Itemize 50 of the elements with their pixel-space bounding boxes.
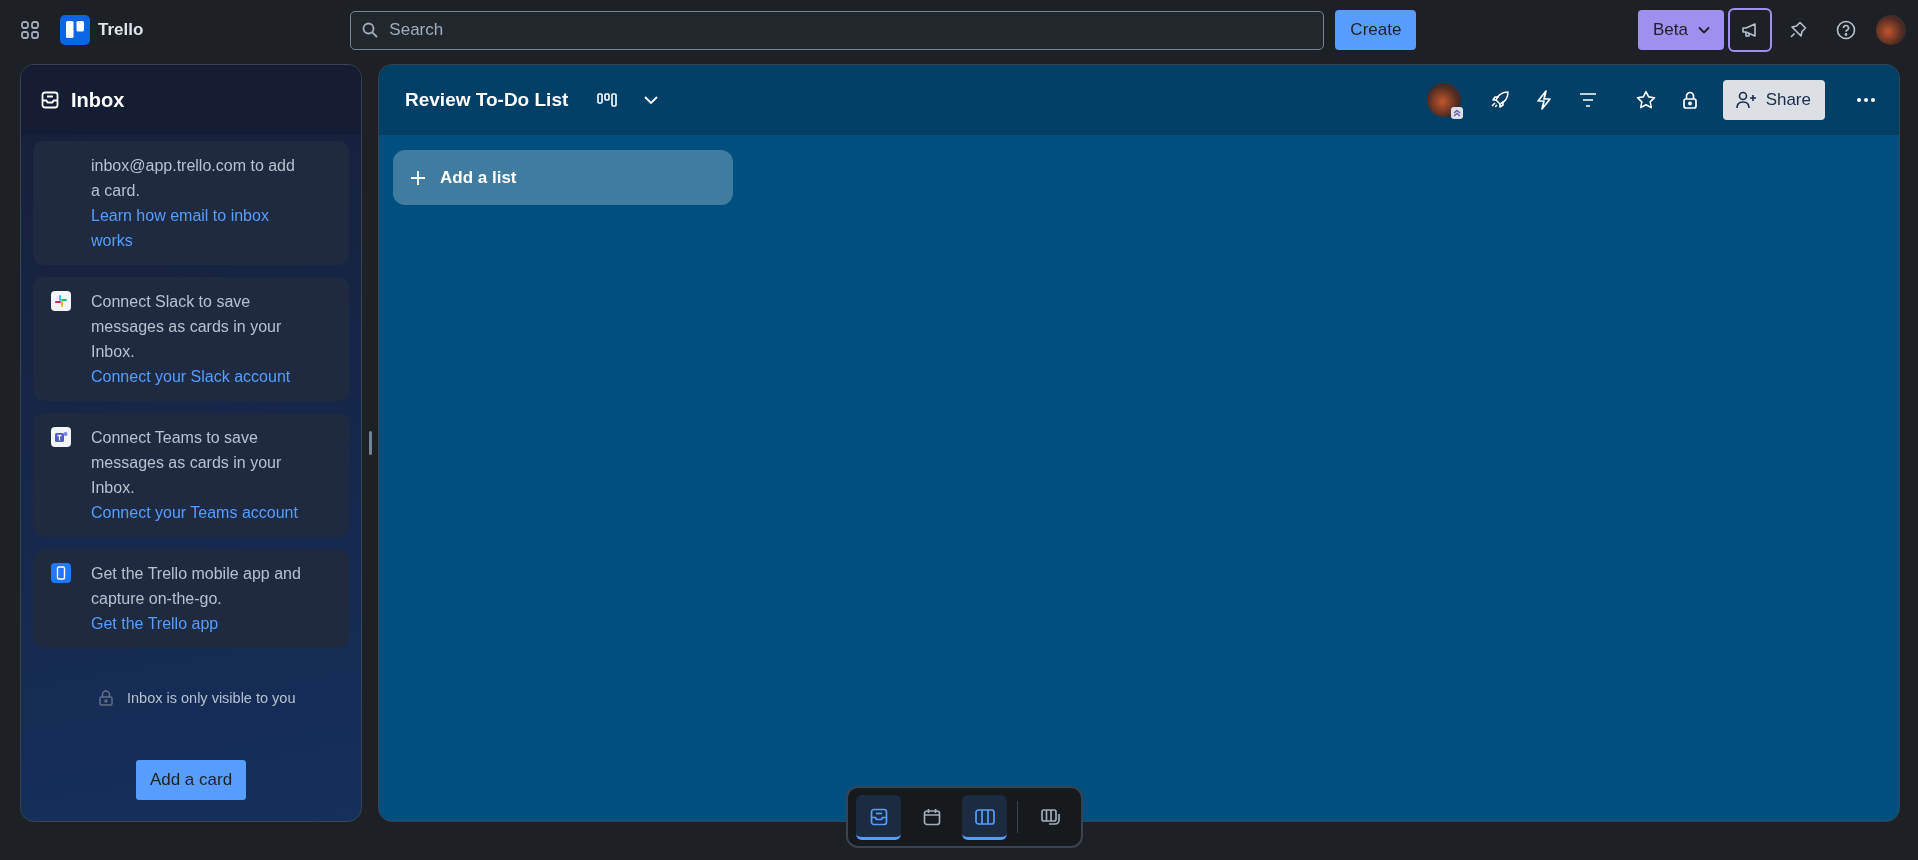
help-icon [1836, 20, 1856, 40]
add-list-button[interactable]: Add a list [393, 150, 733, 205]
inbox-icon [41, 91, 59, 109]
card-description: Connect Teams to save messages as cards in your Inbox. [91, 428, 283, 498]
announcements-button[interactable] [1728, 8, 1772, 52]
card-link[interactable]: Connect your Teams account [91, 500, 298, 525]
megaphone-icon [1741, 21, 1759, 39]
avatar[interactable] [1876, 15, 1906, 45]
member-avatar[interactable] [1426, 83, 1461, 117]
search-field[interactable]: Search [350, 10, 1325, 50]
lock-icon [99, 690, 113, 706]
board-view-icon [597, 93, 618, 107]
search-icon [362, 21, 379, 38]
beta-button[interactable]: Beta [1638, 10, 1724, 50]
resize-handle[interactable] [369, 431, 372, 455]
app-name: Trello [98, 20, 144, 40]
card-description: Get the Trello mobile app and capture on-the-go. [91, 564, 302, 609]
teams-icon [51, 427, 71, 447]
chevron-down-icon [644, 96, 659, 104]
star-icon [1635, 90, 1656, 110]
card-link[interactable]: Learn how email to inbox works [91, 203, 306, 253]
phone-icon [51, 563, 71, 583]
inbox-icon [869, 807, 888, 826]
card-description: Connect Slack to save messages as cards in your Inbox. [91, 292, 283, 362]
board-title[interactable]: Review To-Do List [405, 89, 569, 111]
share-button[interactable]: Share [1722, 80, 1825, 120]
lightning-icon [1535, 90, 1552, 110]
privacy-note: Inbox is only visible to you [127, 690, 296, 706]
rocket-icon [1489, 90, 1510, 110]
add-person-icon [1735, 91, 1758, 109]
add-card-button[interactable]: Add a card [135, 760, 247, 800]
more-icon [1857, 98, 1875, 102]
inbox-view-button[interactable] [856, 794, 901, 840]
app-grid-icon[interactable] [21, 21, 39, 39]
create-button[interactable]: Create [1335, 10, 1417, 50]
card-link[interactable]: Connect your Slack account [91, 364, 291, 389]
card-description: inbox@app.trello.com to add a card. [91, 156, 296, 201]
logo-icon[interactable] [60, 15, 90, 45]
columns-icon [974, 808, 995, 825]
card-link[interactable]: Get the Trello app [91, 611, 219, 636]
board-view-button[interactable] [962, 794, 1007, 840]
slack-icon [51, 291, 71, 311]
inbox-title: Inbox [71, 88, 125, 112]
lock-icon [1682, 91, 1697, 109]
chevron-down-icon [1698, 26, 1710, 34]
filter-icon [1578, 93, 1597, 107]
plus-icon [411, 170, 425, 185]
boards-stack-icon [1040, 809, 1061, 825]
calendar-icon [922, 808, 941, 826]
admin-badge-icon [1450, 107, 1463, 119]
